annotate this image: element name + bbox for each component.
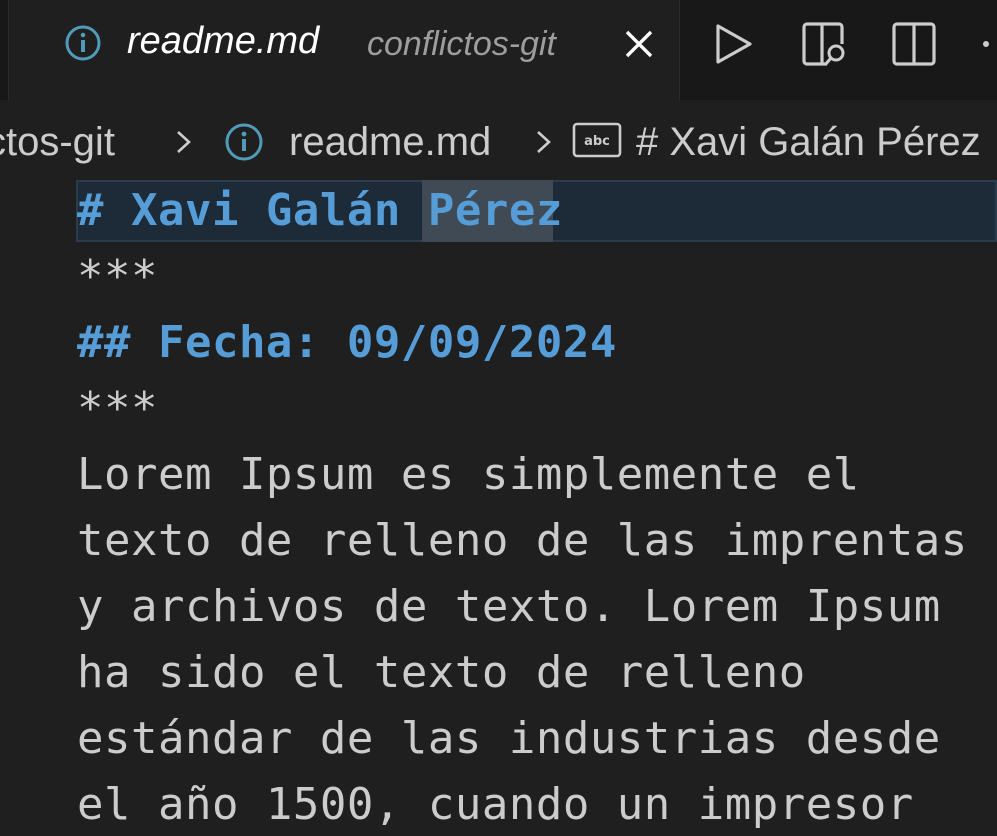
breadcrumb-folder[interactable]: ctos-git xyxy=(0,120,115,165)
play-icon[interactable] xyxy=(708,18,760,70)
info-icon xyxy=(225,123,263,161)
editor-tab-bar: readme.md conflictos-git xyxy=(0,0,997,100)
tab-readme[interactable]: readme.md conflictos-git xyxy=(9,0,680,100)
more-actions-icon[interactable] xyxy=(972,18,997,70)
tab-title: readme.md xyxy=(127,20,320,62)
abc-symbol-icon: abc xyxy=(572,122,622,158)
close-icon[interactable] xyxy=(621,26,657,62)
code-line[interactable]: *** xyxy=(77,376,158,442)
code-line[interactable]: ## Fecha: 09/09/2024 xyxy=(77,310,617,376)
code-line[interactable]: Lorem Ipsum es simplemente el xyxy=(77,442,860,508)
code-line[interactable]: ha sido el texto de relleno xyxy=(77,640,806,706)
code-line[interactable]: texto de relleno de las imprentas xyxy=(77,508,968,574)
split-editor-icon[interactable] xyxy=(888,18,940,70)
editor-text-area[interactable]: # Xavi Galán Pérez *** ## Fecha: 09/09/2… xyxy=(0,180,997,836)
breadcrumb-symbol[interactable]: # Xavi Galán Pérez xyxy=(636,120,981,165)
code-line[interactable]: estándar de las industrias desde xyxy=(77,706,941,772)
previous-tab-edge[interactable] xyxy=(0,0,9,100)
chevron-right-icon xyxy=(537,131,551,153)
code-line[interactable]: el año 1500, cuando un impresor xyxy=(77,772,914,836)
tab-description: conflictos-git xyxy=(367,25,556,63)
code-line[interactable]: *** xyxy=(77,244,158,310)
breadcrumb: ctos-git readme.md abc # Xavi Galán Pére… xyxy=(0,100,997,180)
chevron-right-icon xyxy=(177,131,191,153)
code-line[interactable]: # Xavi Galán Pérez xyxy=(77,180,563,244)
breadcrumb-file[interactable]: readme.md xyxy=(289,120,491,165)
info-icon xyxy=(65,25,101,61)
svg-text:abc: abc xyxy=(584,134,610,149)
open-preview-icon[interactable] xyxy=(798,18,850,70)
code-line[interactable]: y archivos de texto. Lorem Ipsum xyxy=(77,574,941,640)
